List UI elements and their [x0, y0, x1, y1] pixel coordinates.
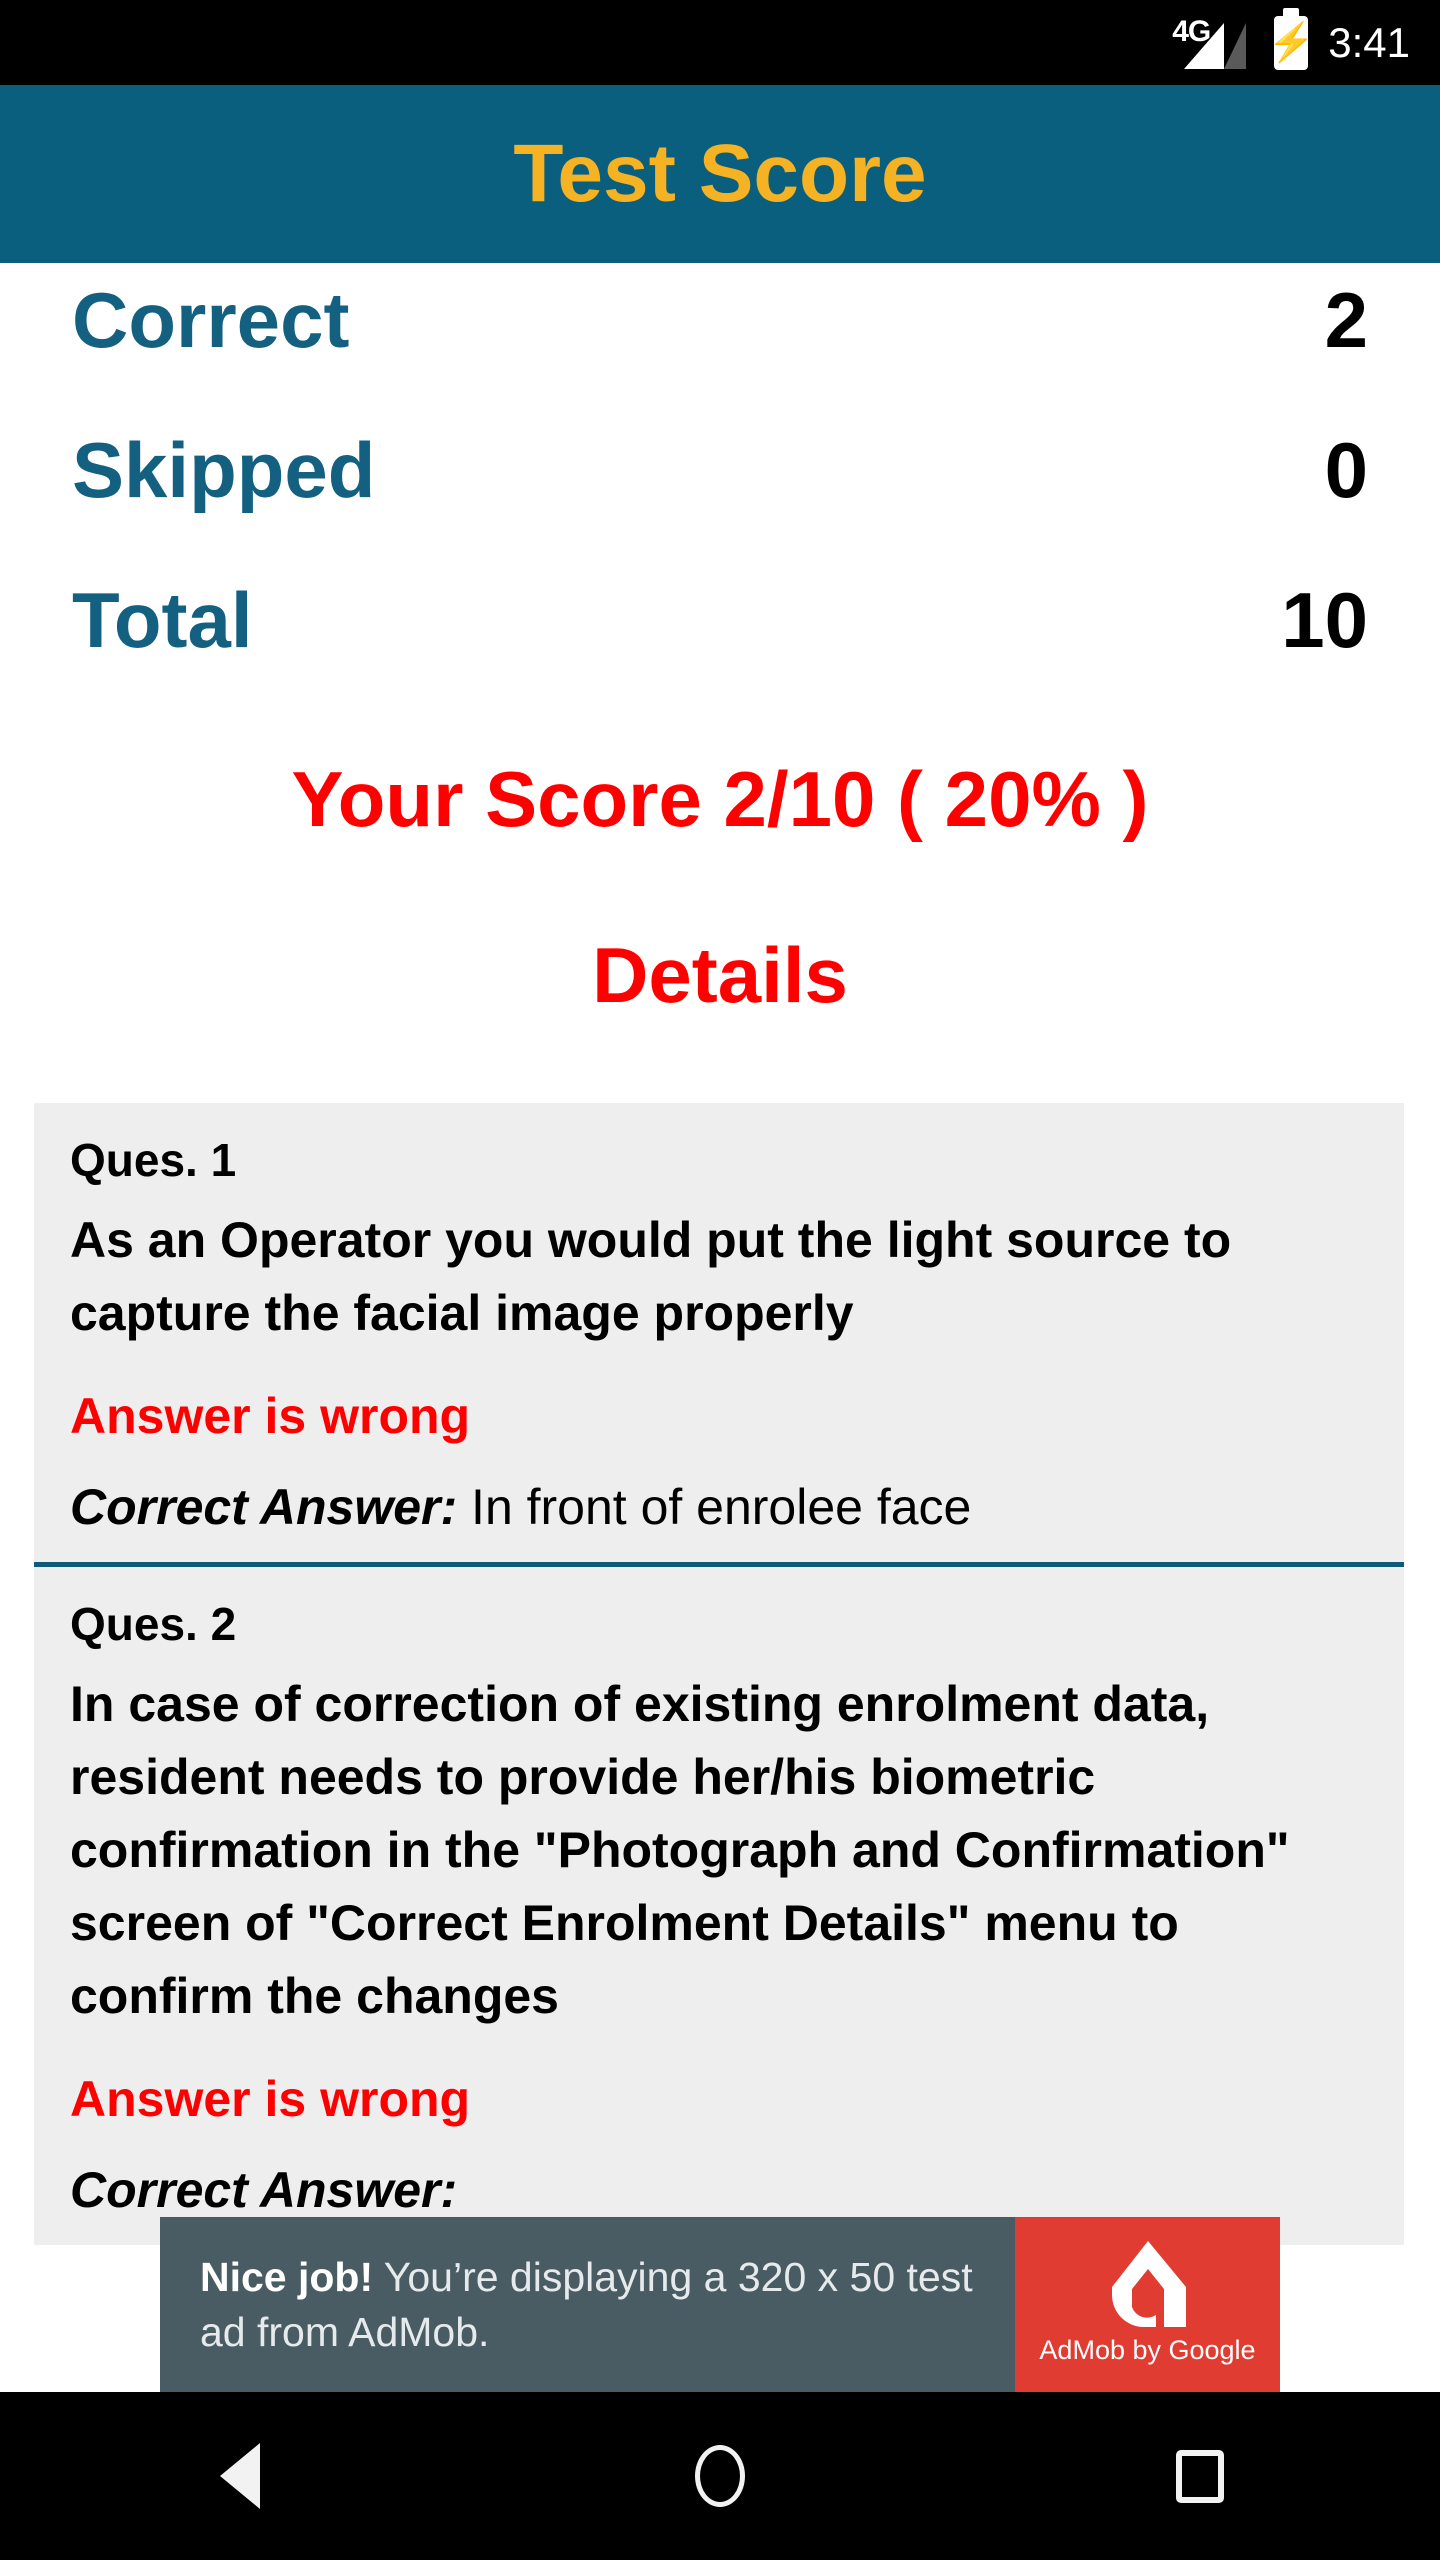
ad-brand-label: AdMob by Google: [1039, 2335, 1256, 2365]
summary-label: Total: [72, 576, 253, 664]
back-icon: [220, 2443, 260, 2509]
charging-bolt-icon: ⚡: [1267, 21, 1315, 64]
admob-banner-ad[interactable]: Nice job! You’re displaying a 320 x 50 t…: [160, 2217, 1280, 2392]
admob-logo-icon: [1100, 2237, 1196, 2331]
question-number: Ques. 1: [70, 1134, 237, 1186]
answer-result-badge: Answer is wrong: [70, 2070, 471, 2127]
summary-row-total: Total 10: [72, 581, 1368, 731]
correct-answer-label: Correct Answer:: [70, 1478, 458, 1535]
status-bar: 4G ⚡ 3:41: [0, 0, 1440, 85]
answer-result-badge: Answer is wrong: [70, 1387, 471, 1444]
summary-row-skipped: Skipped 0: [72, 431, 1368, 581]
summary-value: 2: [1324, 276, 1368, 364]
app-screen: 4G ⚡ 3:41 Test Score Correct 2 Skipped 0…: [0, 0, 1440, 2560]
ad-copy: Nice job! You’re displaying a 320 x 50 t…: [200, 2250, 975, 2358]
question-card[interactable]: Ques. 1 As an Operator you would put the…: [34, 1103, 1404, 1562]
question-text: As an Operator you would put the light s…: [70, 1211, 1232, 1341]
question-text: In case of correction of existing enrolm…: [70, 1675, 1290, 2024]
summary-label: Correct: [72, 276, 350, 364]
status-bar-right-cluster: 4G ⚡ 3:41: [1172, 15, 1410, 71]
correct-answer-row: Correct Answer: In front of enrolee face: [70, 1475, 1368, 1540]
app-bar: Test Score: [0, 85, 1440, 263]
summary-label: Skipped: [72, 426, 376, 514]
ad-text-panel[interactable]: Nice job! You’re displaying a 320 x 50 t…: [160, 2217, 1015, 2392]
score-summary: Correct 2 Skipped 0 Total 10: [0, 263, 1440, 731]
correct-answer-value: In front of enrolee face: [471, 1478, 972, 1535]
summary-value: 0: [1324, 426, 1368, 514]
ad-headline: Nice job!: [200, 2254, 374, 2301]
signal-strength-empty: [1224, 22, 1247, 69]
battery-charging-icon: ⚡: [1268, 15, 1315, 70]
question-details-list[interactable]: Ques. 1 As an Operator you would put the…: [34, 1103, 1404, 2393]
ad-logo-panel[interactable]: AdMob by Google: [1015, 2217, 1280, 2392]
status-bar-clock: 3:41: [1328, 18, 1410, 66]
back-button[interactable]: [140, 2392, 340, 2560]
home-button[interactable]: [620, 2392, 820, 2560]
signal-strength-fill: [1184, 22, 1225, 69]
question-number: Ques. 2: [70, 1597, 237, 1650]
recents-icon: [1176, 2449, 1224, 2503]
score-summary-text: Your Score 2/10 ( 20% ): [291, 755, 1149, 843]
details-heading: Details: [592, 931, 848, 1019]
summary-value: 10: [1281, 576, 1368, 664]
correct-answer-label: Correct Answer:: [70, 2161, 458, 2218]
home-icon: [695, 2445, 745, 2507]
signal-bars-icon: 4G: [1172, 15, 1254, 71]
correct-answer-row: Correct Answer:: [70, 2158, 1368, 2223]
android-navigation-bar: [0, 2392, 1440, 2560]
recents-button[interactable]: [1100, 2392, 1300, 2560]
question-card[interactable]: Ques. 2 In case of correction of existin…: [34, 1561, 1404, 2245]
page-title: Test Score: [513, 128, 927, 219]
summary-row-correct: Correct 2: [72, 281, 1368, 431]
